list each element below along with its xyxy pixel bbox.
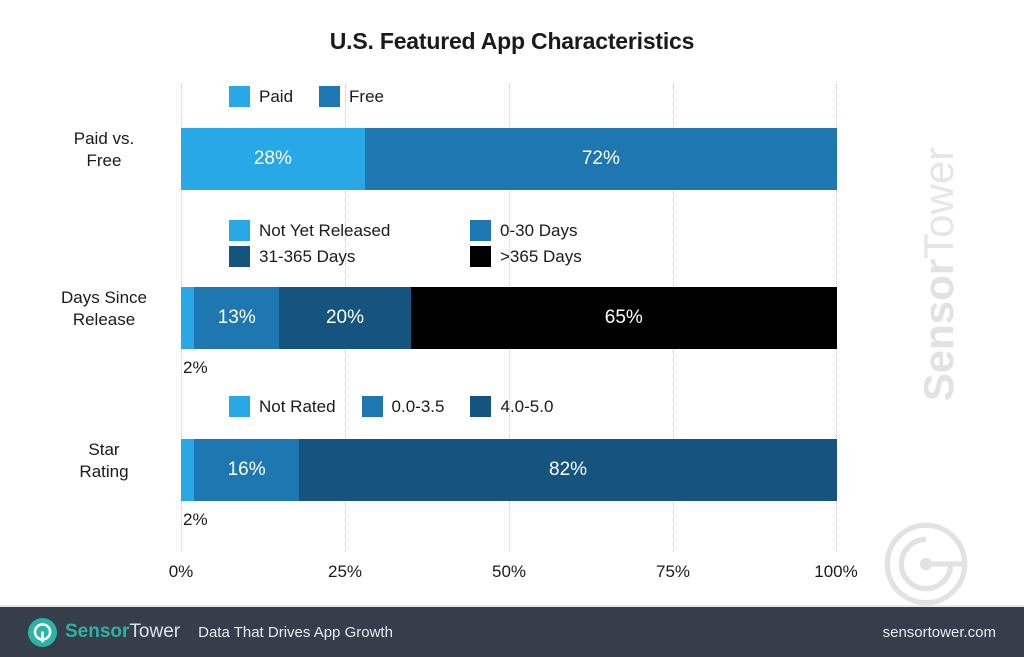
legend-label: Paid bbox=[259, 86, 294, 106]
legend-label: 4.0-5.0 bbox=[500, 396, 554, 416]
x-axis: 0% 25% 50% 75% 100% bbox=[169, 562, 858, 588]
legend-item: Free bbox=[319, 86, 384, 107]
legend-item: 0-30 Days bbox=[470, 220, 577, 241]
watermark: SensorTower bbox=[864, 100, 1014, 606]
legend-label: Not Rated bbox=[259, 396, 336, 416]
outside-label-not-yet-released: 2% bbox=[183, 358, 208, 377]
bar-segment-free[interactable]: 72% bbox=[364, 128, 837, 190]
footer-bar: SensorTower Data That Drives App Growth … bbox=[0, 605, 1024, 657]
legend-item: 0.0-3.5 bbox=[361, 396, 445, 417]
legend-item: >365 Days bbox=[470, 246, 582, 267]
x-tick-label: 25% bbox=[327, 562, 363, 581]
legend-swatch bbox=[229, 246, 250, 267]
footer-branding: SensorTower Data That Drives App Growth bbox=[28, 607, 393, 657]
bar-row-paid-vs-free: Paid vs. Free 28% 72% bbox=[74, 128, 837, 190]
x-tick-label: 100% bbox=[814, 562, 858, 581]
legend-swatch bbox=[361, 396, 383, 417]
legend-item: Paid bbox=[229, 86, 293, 107]
bar-segment-31-365-days[interactable]: 20% bbox=[279, 287, 411, 349]
bar-segment-over-365-days[interactable]: 65% bbox=[410, 287, 837, 349]
bar-segment-0-3-5[interactable]: 16% bbox=[194, 439, 300, 501]
legend-swatch bbox=[470, 220, 491, 241]
legend-swatch bbox=[470, 396, 492, 417]
legend-label: Free bbox=[349, 86, 384, 106]
footer-brand-light: Tower bbox=[129, 621, 181, 642]
legend-swatch bbox=[470, 246, 491, 267]
footer-url[interactable]: sensortower.com bbox=[883, 607, 996, 657]
legend-item: Not Yet Released bbox=[229, 220, 444, 241]
watermark-brand: SensorTower bbox=[915, 147, 963, 401]
chart-page: U.S. Featured App Characteristics Sensor… bbox=[0, 0, 1024, 657]
legend-swatch bbox=[229, 220, 250, 241]
page-title: U.S. Featured App Characteristics bbox=[329, 28, 695, 54]
watermark-brand-light: Tower bbox=[915, 146, 962, 259]
x-tick-label: 0% bbox=[168, 562, 194, 581]
bar-segment-paid[interactable]: 28% bbox=[181, 128, 365, 190]
footer-brand: SensorTower bbox=[65, 621, 180, 643]
footer-brand-bold: Sensor bbox=[65, 621, 130, 642]
legend-item: Not Rated bbox=[229, 396, 336, 417]
category-label-star-rating: Star Rating bbox=[79, 440, 129, 481]
legend-label: >365 Days bbox=[500, 246, 582, 266]
sensortower-logo-icon bbox=[28, 617, 57, 647]
legend-label: Not Yet Released bbox=[259, 220, 391, 240]
legend-days-since-release: Not Yet Released 0-30 Days 31-365 Days >… bbox=[229, 220, 608, 272]
bar-segment-not-yet-released[interactable] bbox=[181, 287, 195, 349]
legend-swatch bbox=[229, 396, 250, 417]
legend-paid-vs-free: Paid Free bbox=[229, 86, 410, 112]
legend-star-rating: Not Rated 0.0-3.5 4.0-5.0 bbox=[229, 396, 579, 422]
legend-label: 0-30 Days bbox=[500, 220, 578, 240]
bar-row-days-since-release: Days Since Release 13% 20% 65% bbox=[61, 287, 837, 349]
legend-item: 4.0-5.0 bbox=[470, 396, 553, 417]
bar-segment-not-rated[interactable] bbox=[181, 439, 195, 501]
x-tick-label: 75% bbox=[655, 562, 691, 581]
category-label-days-since-release: Days Since Release bbox=[61, 288, 147, 329]
legend-label: 0.0-3.5 bbox=[391, 396, 445, 416]
footer-tagline: Data That Drives App Growth bbox=[198, 623, 393, 641]
legend-swatch bbox=[319, 86, 341, 107]
bar-row-star-rating: Star Rating 16% 82% bbox=[79, 439, 837, 501]
bar-segment-4-5[interactable]: 82% bbox=[299, 439, 837, 501]
outside-label-not-rated: 2% bbox=[183, 510, 208, 529]
bar-segment-0-30-days[interactable]: 13% bbox=[194, 287, 280, 349]
watermark-brand-bold: Sensor bbox=[915, 258, 962, 402]
legend-item: 31-365 Days bbox=[229, 246, 444, 267]
legend-swatch bbox=[229, 86, 250, 107]
sensortower-logo-icon bbox=[884, 522, 968, 606]
plot-area: Paid Free Paid vs. Free 28% 72% Not Yet … bbox=[61, 84, 837, 552]
category-label-paid-vs-free: Paid vs. Free bbox=[73, 129, 135, 170]
x-tick-label: 50% bbox=[491, 562, 527, 581]
legend-label: 31-365 Days bbox=[259, 246, 356, 266]
